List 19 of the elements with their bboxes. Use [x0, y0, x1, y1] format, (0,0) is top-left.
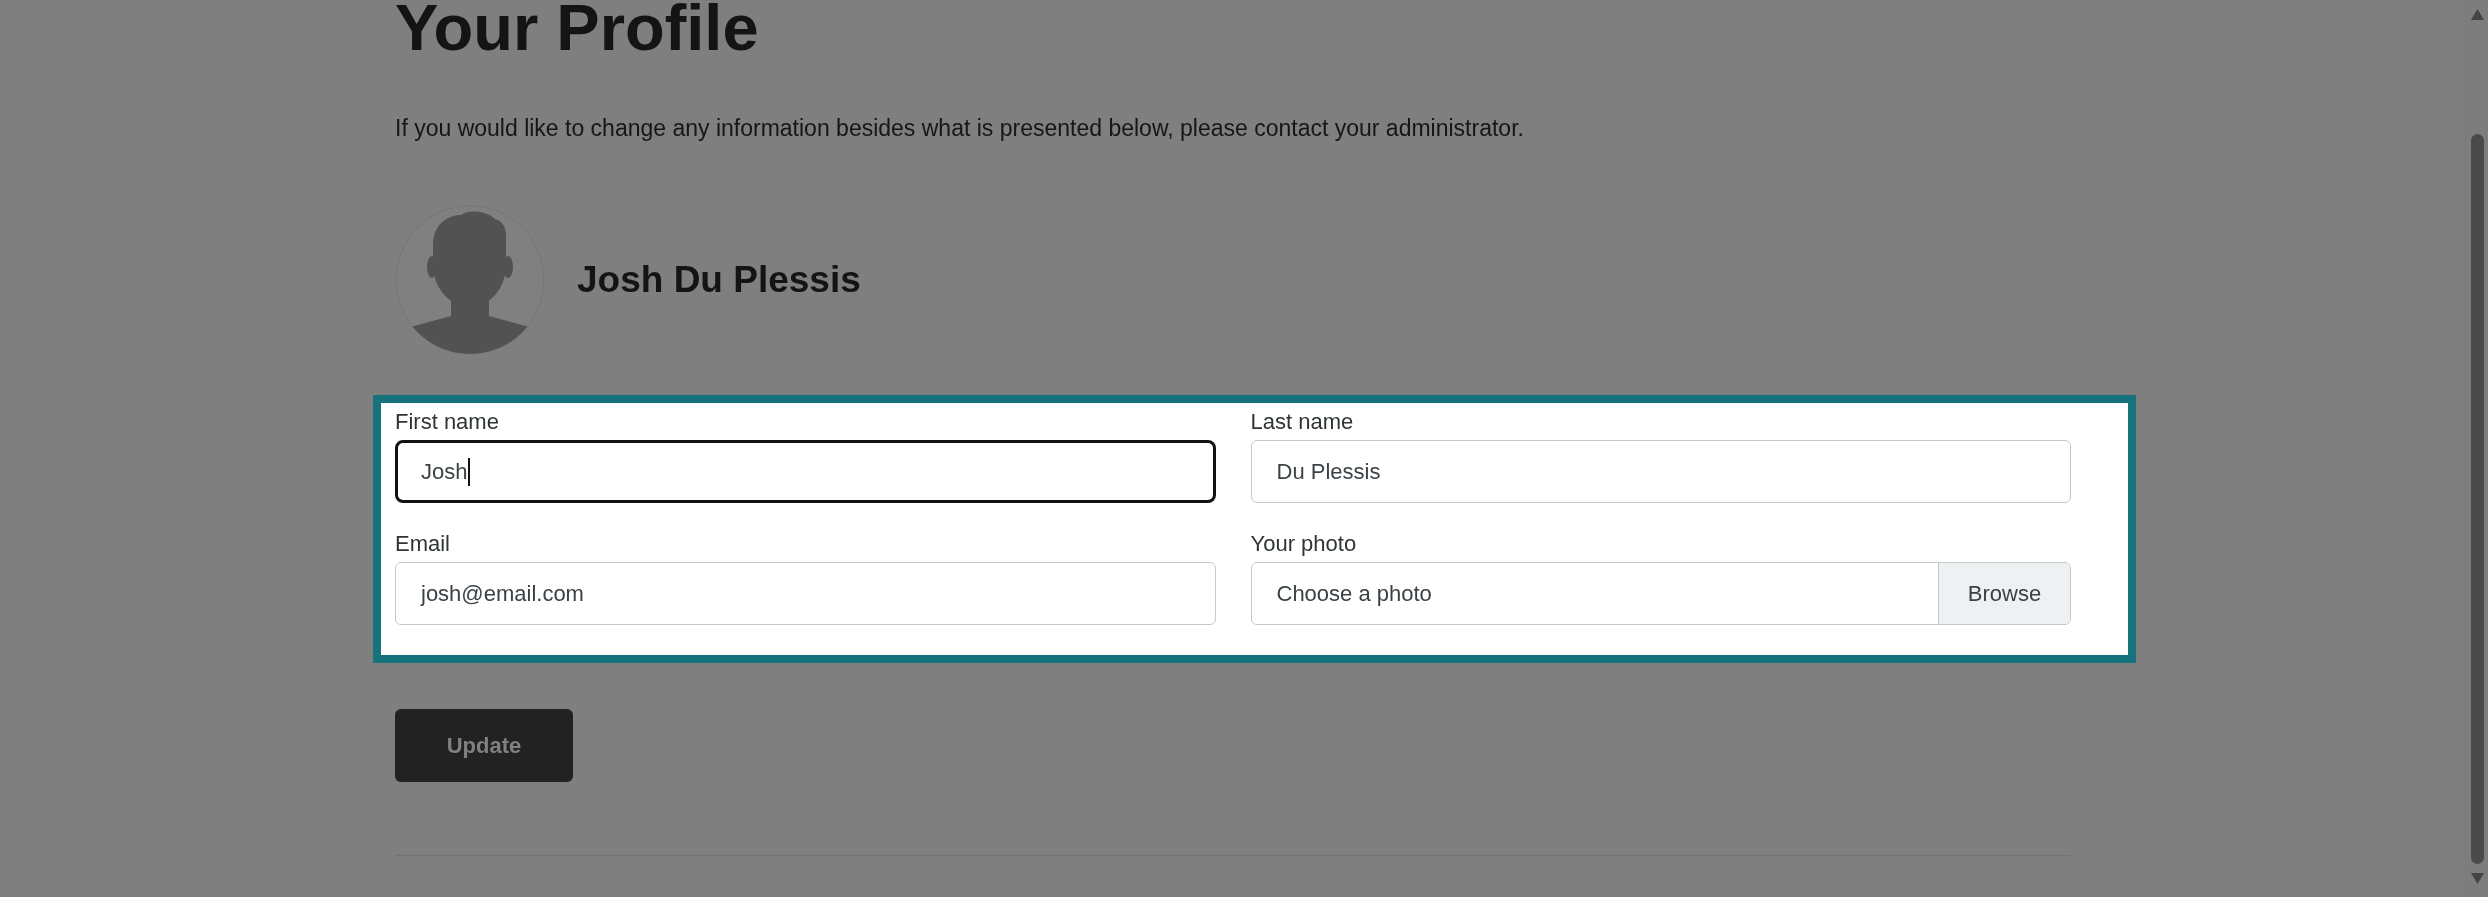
file-field[interactable]: Choose a photo Browse	[1250, 562, 2071, 625]
field-label: Your photo	[1250, 530, 1357, 558]
page-title: Your Profile	[395, 0, 759, 56]
scroll-down-arrow-icon[interactable]	[2470, 873, 2484, 884]
intro-text: If you would like to change any information besides what is presented below, please contact your administrator.	[395, 114, 1524, 143]
file-placeholder-text: Choose a photo	[1275, 580, 1433, 607]
avatar-silhouette-icon	[395, 205, 545, 355]
field-label: Last name	[1250, 408, 1354, 436]
update-button[interactable]: Update	[395, 709, 573, 782]
text-cursor-icon	[468, 457, 471, 486]
field-label: Email	[395, 530, 450, 558]
input-field[interactable]: Josh	[395, 440, 1216, 503]
profile-name: Josh Du Plessis	[577, 258, 861, 302]
input-field[interactable]: Du Plessis	[1250, 440, 2071, 503]
input-field[interactable]: josh@email.com	[395, 562, 1216, 625]
scroll-up-arrow-icon[interactable]	[2470, 9, 2484, 20]
scrollbar-thumb[interactable]	[2470, 134, 2484, 864]
field-label: First name	[395, 408, 499, 436]
browse-button[interactable]: Browse	[1938, 563, 2070, 624]
